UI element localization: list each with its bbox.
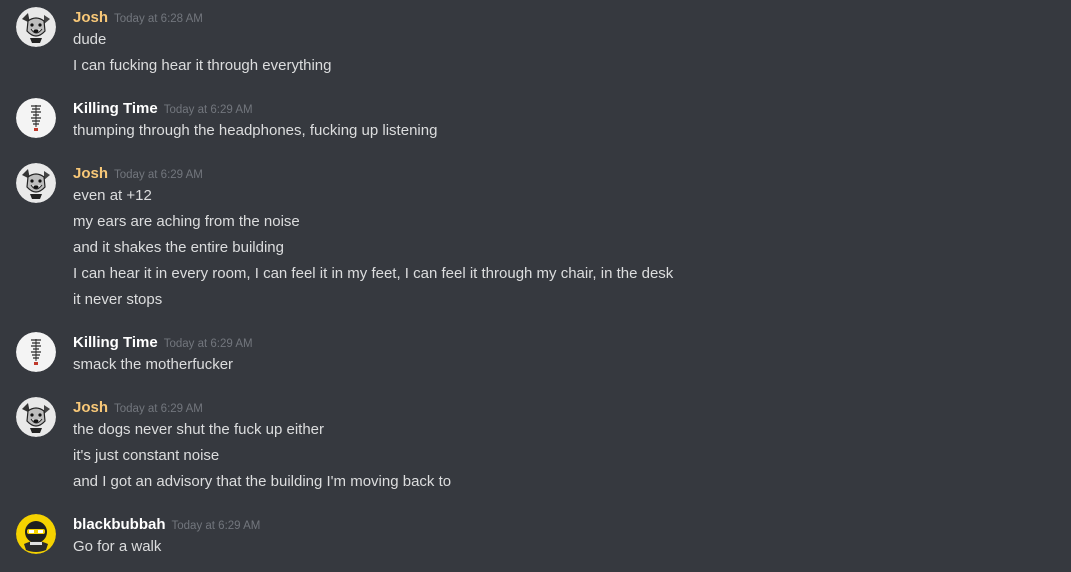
message-line: thumping through the headphones, fucking… bbox=[73, 122, 438, 139]
avatar[interactable] bbox=[16, 163, 56, 203]
chat-messages: Josh Today at 6:28 AM dude I can fucking … bbox=[0, 0, 1071, 572]
message-header: Josh Today at 6:29 AM bbox=[73, 397, 203, 419]
message-line: my ears are aching from the noise bbox=[73, 213, 300, 230]
message-line: and I got an advisory that the building … bbox=[73, 473, 452, 490]
avatar[interactable] bbox=[16, 397, 56, 437]
avatar[interactable] bbox=[16, 514, 56, 554]
message-line: even at +12 bbox=[73, 187, 152, 204]
username[interactable]: Josh bbox=[73, 9, 108, 26]
message-header: Killing Time Today at 6:29 AM bbox=[73, 98, 253, 120]
message-header: Killing Time Today at 6:29 AM bbox=[73, 332, 253, 354]
dog-avatar-icon bbox=[16, 7, 56, 47]
timestamp: Today at 6:29 AM bbox=[114, 403, 203, 415]
username[interactable]: Josh bbox=[73, 399, 108, 416]
avatar[interactable] bbox=[16, 332, 56, 372]
calligraphy-avatar-icon bbox=[16, 98, 56, 138]
avatar[interactable] bbox=[16, 7, 56, 47]
username[interactable]: Killing Time bbox=[73, 100, 158, 117]
message-line: the dogs never shut the fuck up either bbox=[73, 421, 324, 438]
message-line: it's just constant noise bbox=[73, 447, 220, 464]
yellow-character-avatar-icon bbox=[16, 514, 56, 554]
message-header: blackbubbah Today at 6:29 AM bbox=[73, 514, 260, 536]
timestamp: Today at 6:29 AM bbox=[163, 104, 253, 116]
username[interactable]: blackbubbah bbox=[73, 516, 166, 533]
message-line: and it shakes the entire building bbox=[73, 239, 284, 256]
calligraphy-avatar-icon bbox=[16, 332, 56, 372]
timestamp: Today at 6:29 AM bbox=[114, 169, 203, 181]
message-line: dude bbox=[73, 31, 107, 48]
message-line: smack the motherfucker bbox=[73, 356, 234, 373]
username[interactable]: Killing Time bbox=[73, 334, 158, 351]
avatar[interactable] bbox=[16, 98, 56, 138]
username[interactable]: Josh bbox=[73, 165, 108, 182]
timestamp: Today at 6:28 AM bbox=[114, 13, 203, 25]
message-header: Josh Today at 6:29 AM bbox=[73, 163, 203, 185]
message-line: it never stops bbox=[73, 291, 163, 308]
message-line: I can hear it in every room, I can feel … bbox=[73, 265, 674, 282]
timestamp: Today at 6:29 AM bbox=[171, 520, 261, 532]
dog-avatar-icon bbox=[16, 397, 56, 437]
timestamp: Today at 6:29 AM bbox=[163, 338, 253, 350]
message-line: I can fucking hear it through everything bbox=[73, 57, 332, 74]
dog-avatar-icon bbox=[16, 163, 56, 203]
message-header: Josh Today at 6:28 AM bbox=[73, 7, 203, 29]
message-line: Go for a walk bbox=[73, 538, 162, 555]
